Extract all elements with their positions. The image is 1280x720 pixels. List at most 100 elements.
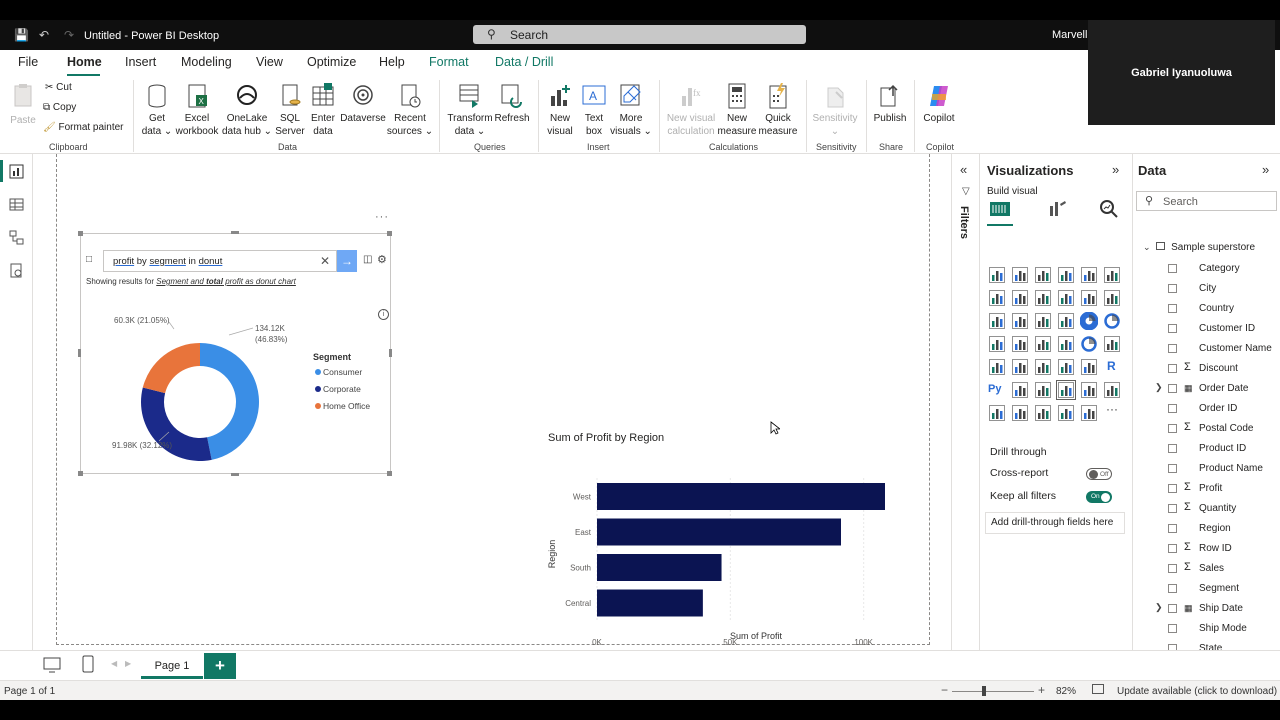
donut-visual-icon[interactable] xyxy=(1103,312,1121,330)
model-view-icon[interactable] xyxy=(9,230,24,245)
resize-handle-bottom-left[interactable] xyxy=(78,471,83,476)
field-row-id[interactable]: Σ Row ID xyxy=(1133,540,1280,558)
line-visual-icon[interactable] xyxy=(988,289,1006,307)
resize-handle-left[interactable] xyxy=(78,349,81,357)
add-page-button[interactable]: + xyxy=(204,653,236,679)
format-visual-tab-icon[interactable] xyxy=(1046,198,1068,220)
mobile-layout-icon[interactable] xyxy=(82,655,94,673)
field-category[interactable]: Category xyxy=(1133,260,1280,278)
legend-item-corporate[interactable]: Corporate xyxy=(323,384,361,394)
bar-east[interactable] xyxy=(597,518,841,546)
format-painter-button[interactable]: 🖌 Format painter xyxy=(43,122,124,133)
table-view-icon[interactable] xyxy=(9,197,24,212)
field-checkbox[interactable] xyxy=(1168,264,1177,273)
ribbon-visual-icon[interactable] xyxy=(988,312,1006,330)
chevron-right-icon[interactable]: ❯ xyxy=(1155,602,1163,613)
clustered-column-visual-icon[interactable] xyxy=(1057,266,1075,284)
save-icon[interactable]: 💾 xyxy=(14,28,29,42)
zoom-slider-track[interactable] xyxy=(952,691,1034,692)
power-apps-visual-icon[interactable] xyxy=(1011,404,1029,422)
100-stacked-bar-visual-icon[interactable] xyxy=(1080,266,1098,284)
field-checkbox[interactable] xyxy=(1168,304,1177,313)
field-order-id[interactable]: Order ID xyxy=(1133,400,1280,418)
python-visual-visual-icon[interactable]: Py xyxy=(988,381,1006,399)
collapse-left-icon[interactable]: « xyxy=(960,162,967,177)
field-sales[interactable]: Σ Sales xyxy=(1133,560,1280,578)
resize-handle-right[interactable] xyxy=(389,349,392,357)
donut-slice-consumer[interactable] xyxy=(200,343,259,460)
key-influencers-visual-icon[interactable] xyxy=(1011,381,1029,399)
treemap-visual-icon[interactable] xyxy=(988,335,1006,353)
keep-all-filters-toggle[interactable]: On xyxy=(1086,491,1112,503)
scatter-visual-icon[interactable] xyxy=(1057,312,1075,330)
100-stacked-area-visual-icon[interactable] xyxy=(1057,289,1075,307)
field-checkbox[interactable] xyxy=(1168,344,1177,353)
copy-button[interactable]: ⧉ Copy xyxy=(43,102,76,113)
sql-server-button[interactable]: SQL Server xyxy=(274,82,306,138)
multi-row-card-visual-icon[interactable] xyxy=(988,358,1006,376)
pie-visual-icon[interactable] xyxy=(1079,311,1099,331)
bar-central[interactable] xyxy=(597,589,703,617)
field-region[interactable]: Region xyxy=(1133,520,1280,538)
field-country[interactable]: Country xyxy=(1133,300,1280,318)
azure-map-visual-icon[interactable] xyxy=(1057,335,1075,353)
tab-format[interactable]: Format xyxy=(429,55,469,69)
field-checkbox[interactable] xyxy=(1168,424,1177,433)
dax-query-view-icon[interactable] xyxy=(9,263,24,278)
table-visual-icon[interactable] xyxy=(1057,358,1075,376)
new-visual-button[interactable]: New visual xyxy=(544,82,576,138)
zoom-in-icon[interactable]: + xyxy=(1038,683,1045,697)
field-checkbox[interactable] xyxy=(1168,604,1177,613)
field-profit[interactable]: Σ Profit xyxy=(1133,480,1280,498)
field-quantity[interactable]: Σ Quantity xyxy=(1133,500,1280,518)
analytics-tab-icon[interactable] xyxy=(1098,198,1120,220)
get-data-button[interactable]: Get data ⌄ xyxy=(140,82,174,138)
table-sample-superstore[interactable]: ⌄ Sample superstore xyxy=(1143,242,1255,253)
publish-button[interactable]: Publish xyxy=(871,82,909,125)
area-visual-icon[interactable] xyxy=(1011,289,1029,307)
resize-handle-top[interactable] xyxy=(231,231,239,234)
stacked-area-visual-icon[interactable] xyxy=(1034,289,1052,307)
field-checkbox[interactable] xyxy=(1168,384,1177,393)
copilot-button[interactable]: Copilot xyxy=(918,82,960,125)
field-discount[interactable]: Σ Discount xyxy=(1133,360,1280,378)
paste-button[interactable]: Paste xyxy=(8,82,38,126)
matrix-visual-icon[interactable] xyxy=(1080,358,1098,376)
filters-pane-collapsed[interactable]: « ▽ Filters xyxy=(951,154,979,650)
zoom-slider-thumb[interactable] xyxy=(982,686,986,696)
tab-insert[interactable]: Insert xyxy=(125,55,156,69)
add-drill-through-fields-well[interactable]: Add drill-through fields here xyxy=(985,512,1125,534)
global-search-box[interactable]: ⚲ Search xyxy=(473,25,806,44)
tab-file[interactable]: File xyxy=(18,55,38,69)
field-customer-id[interactable]: Customer ID xyxy=(1133,320,1280,338)
cut-button[interactable]: ✂ Cut xyxy=(45,82,72,93)
desktop-layout-icon[interactable] xyxy=(43,657,61,673)
field-ship-mode[interactable]: Ship Mode xyxy=(1133,620,1280,638)
resize-handle-bottom[interactable] xyxy=(231,473,239,476)
dataverse-button[interactable]: Dataverse xyxy=(340,82,386,125)
filled-map-visual-icon[interactable] xyxy=(1034,335,1052,353)
zoom-out-icon[interactable]: − xyxy=(941,683,948,697)
field-checkbox[interactable] xyxy=(1168,524,1177,533)
field-checkbox[interactable] xyxy=(1168,284,1177,293)
power-automate-visual-icon[interactable] xyxy=(1034,404,1052,422)
onelake-data-hub-button[interactable]: OneLake data hub ⌄ xyxy=(221,82,273,138)
resize-handle-top-right[interactable] xyxy=(387,231,392,236)
field-ship-date[interactable]: ❯ ▦ Ship Date xyxy=(1133,600,1280,618)
chevron-right-icon[interactable]: ❯ xyxy=(1155,382,1163,393)
next-page-icon[interactable]: ▶ xyxy=(125,659,131,668)
stacked-column-visual-icon[interactable] xyxy=(1011,266,1029,284)
quick-measure-button[interactable]: Quick measure xyxy=(758,82,798,138)
tab-help[interactable]: Help xyxy=(379,55,405,69)
decomposition-tree-visual-icon[interactable] xyxy=(1034,381,1052,399)
field-checkbox[interactable] xyxy=(1168,324,1177,333)
expand-right-icon[interactable]: » xyxy=(1262,162,1269,177)
bar-west[interactable] xyxy=(597,483,885,510)
field-checkbox[interactable] xyxy=(1168,364,1177,373)
field-checkbox[interactable] xyxy=(1168,404,1177,413)
sensitivity-button[interactable]: Sensitivity ⌄ xyxy=(810,82,860,138)
r-visual-visual-icon[interactable]: R xyxy=(1103,358,1121,376)
more-visuals-button[interactable]: More visuals ⌄ xyxy=(610,82,652,138)
new-measure-button[interactable]: New measure xyxy=(716,82,758,138)
diamond-visual-icon[interactable] xyxy=(1057,404,1075,422)
